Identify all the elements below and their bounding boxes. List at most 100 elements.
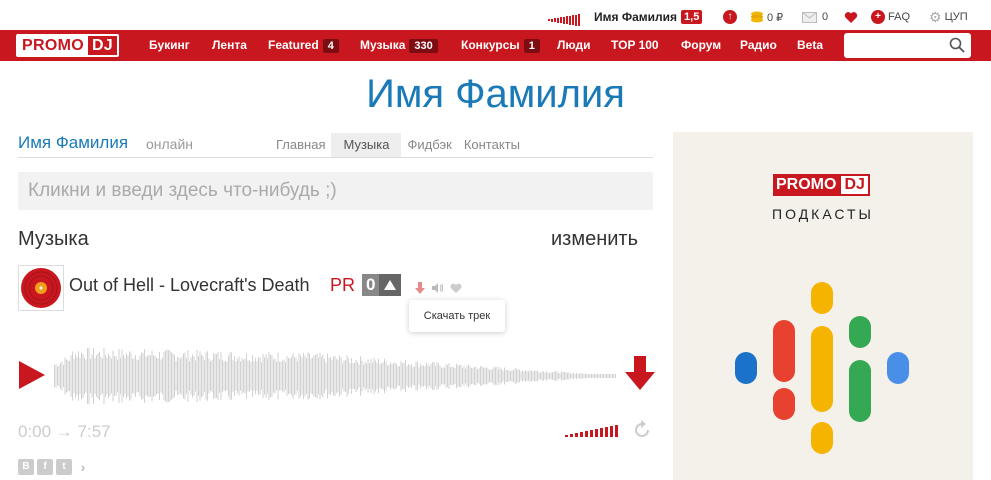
upload-icon[interactable]: ↑ — [723, 10, 737, 24]
heart-icon[interactable] — [844, 11, 858, 24]
waveform-bar — [408, 364, 409, 388]
chevron-right-icon[interactable]: › — [75, 459, 91, 475]
waveform-bar — [556, 371, 558, 381]
nav-label[interactable]: Люди — [557, 38, 591, 52]
nav-label[interactable]: Форум — [681, 38, 721, 52]
nav-label[interactable]: Featured — [268, 38, 319, 52]
waveform-bar — [420, 363, 421, 389]
waveform-bar — [585, 373, 586, 379]
waveform-bar — [72, 351, 73, 401]
nav-label[interactable]: Beta — [797, 38, 823, 52]
tab-feedback[interactable]: Фидбэк — [401, 133, 457, 157]
upload-button[interactable]: ↑ — [723, 9, 737, 25]
track-cover[interactable] — [18, 265, 64, 311]
waveform-bar — [612, 374, 613, 378]
user-rating-badge: 1,5 — [681, 10, 703, 24]
nav-item-people[interactable]: Люди — [557, 30, 591, 61]
repeat-icon[interactable] — [632, 420, 652, 440]
waveform-bar — [106, 357, 108, 395]
waveform-bar — [433, 361, 435, 391]
tab-main[interactable]: Главная — [270, 133, 331, 157]
user-menu[interactable]: Имя Фамилия 1,5 — [594, 9, 703, 25]
nav-item-music[interactable]: Музыка 330 — [360, 30, 438, 61]
post-input[interactable]: Кликни и введи здесь что-нибудь ;) — [18, 172, 653, 210]
waveform-bar — [574, 373, 576, 379]
waveform-bar — [360, 356, 361, 396]
cup-label[interactable]: ЦУП — [945, 11, 968, 23]
messages-count: 0 — [822, 11, 829, 23]
search-icon[interactable] — [949, 37, 965, 53]
heart-outline-icon[interactable] — [450, 282, 462, 294]
nav-label[interactable]: Букинг — [149, 38, 190, 52]
nav-item-featured[interactable]: Featured 4 — [268, 30, 339, 61]
nav-item-radio[interactable]: Радио — [740, 30, 777, 61]
waveform-bar — [456, 363, 457, 389]
wallet-link[interactable]: 0 ₽ — [750, 9, 783, 25]
faq-label[interactable]: FAQ — [888, 11, 910, 23]
nav-label[interactable]: Музыка — [360, 38, 405, 52]
waveform-bar — [163, 351, 165, 401]
upvote-button[interactable] — [379, 274, 402, 296]
waveform[interactable] — [54, 345, 616, 407]
waveform-bar — [261, 362, 262, 390]
waveform-bar — [357, 361, 358, 391]
volume-control[interactable] — [565, 425, 618, 437]
promodj-logo[interactable]: PROMO DJ — [16, 34, 120, 57]
username[interactable]: Имя Фамилия — [594, 10, 677, 24]
download-icon[interactable] — [414, 282, 426, 294]
waveform-bar — [483, 367, 484, 385]
facebook-share-icon[interactable]: f — [37, 459, 53, 475]
favorites-link[interactable] — [844, 9, 858, 25]
play-button[interactable] — [18, 360, 46, 390]
waveform-bar — [511, 370, 513, 382]
messages-link[interactable]: 0 — [802, 9, 828, 25]
waveform-bar — [432, 362, 433, 390]
waveform-bar — [397, 366, 399, 386]
profile-user-name[interactable]: Имя Фамилия — [18, 133, 128, 153]
track-title[interactable]: Out of Hell - Lovecraft's Death — [69, 275, 310, 296]
tab-music[interactable]: Музыка — [331, 133, 402, 157]
waveform-bar — [495, 367, 496, 385]
speaker-icon[interactable] — [432, 282, 444, 294]
nav-item-beta[interactable]: Beta — [797, 30, 823, 61]
waveform-bar — [147, 355, 148, 397]
waveform-bar — [273, 359, 274, 393]
podcasts-ad[interactable]: PROMO DJ ПОДКАСТЫ — [673, 132, 973, 480]
waveform-bar — [546, 371, 547, 381]
vk-share-icon[interactable]: В — [18, 459, 34, 475]
nav-label[interactable]: Лента — [212, 38, 247, 52]
search-input[interactable] — [844, 33, 971, 58]
waveform-bar — [63, 364, 64, 388]
nav-label[interactable]: Конкурсы — [461, 38, 520, 52]
control-panel-link[interactable]: ⚙ ЦУП — [929, 9, 968, 25]
waveform-bar — [508, 370, 510, 382]
waveform-bar — [370, 358, 372, 394]
waveform-bar — [523, 371, 525, 381]
edit-music-link[interactable]: изменить — [551, 228, 638, 251]
nav-item-top100[interactable]: TOP 100 — [611, 30, 659, 61]
waveform-bar — [192, 354, 193, 398]
waveform-bar — [271, 355, 273, 397]
faq-link[interactable]: + FAQ — [871, 9, 910, 25]
nav-item-contests[interactable]: Конкурсы 1 — [461, 30, 540, 61]
waveform-bar — [582, 373, 583, 379]
twitter-share-icon[interactable]: t — [56, 459, 72, 475]
waveform-bar — [472, 368, 474, 384]
tab-contacts[interactable]: Контакты — [458, 133, 526, 157]
waveform-bar — [201, 354, 202, 398]
waveform-bar — [400, 361, 402, 391]
nav-item-booking[interactable]: Букинг — [149, 30, 190, 61]
waveform-bar — [279, 361, 280, 391]
waveform-bar — [97, 353, 99, 399]
nav-item-feed[interactable]: Лента — [212, 30, 247, 61]
download-button[interactable] — [625, 356, 655, 390]
pr-label[interactable]: PR — [330, 275, 355, 296]
logo-left: PROMO — [18, 36, 88, 55]
waveform-bar — [135, 355, 136, 397]
nav-item-forum[interactable]: Форум — [681, 30, 721, 61]
waveform-bar — [310, 358, 312, 394]
waveform-bar — [246, 353, 247, 399]
waveform-bar — [226, 361, 228, 391]
nav-label[interactable]: TOP 100 — [611, 38, 659, 52]
nav-label[interactable]: Радио — [740, 38, 777, 52]
